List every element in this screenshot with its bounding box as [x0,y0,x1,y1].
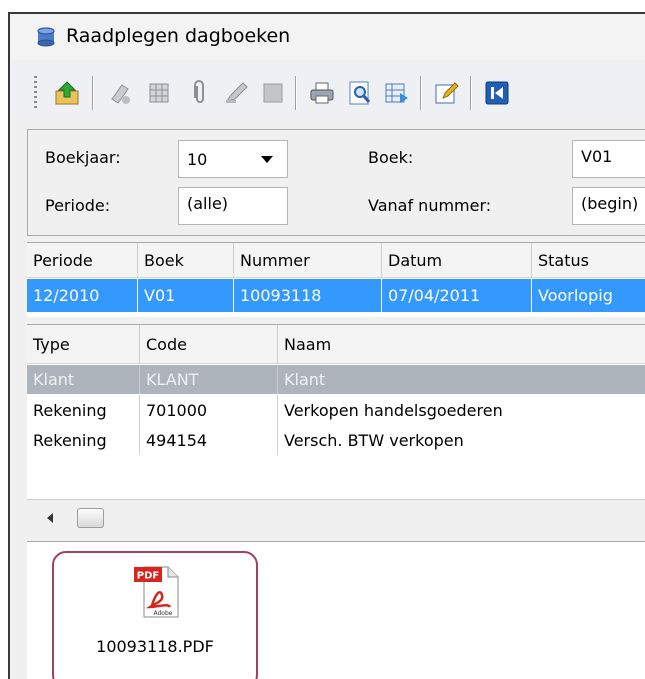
journal-table-header: Periode Boek Nummer Datum Status [27,243,645,278]
block-button[interactable] [258,78,288,108]
cell-type: Rekening [33,430,107,450]
adobe-text: Adobe [154,610,173,617]
chevron-down-icon[interactable] [261,155,273,163]
column-header-datum[interactable]: Datum [381,243,531,277]
column-header-status[interactable]: Status [531,243,645,277]
first-record-icon [485,81,509,105]
cell-naam: Verkopen handelsgoederen [277,395,645,425]
paperclip-icon [194,80,204,103]
attachment-filename: 10093118.PDF [96,637,214,656]
edit-form-icon [435,82,459,104]
print-icon [310,82,334,104]
periode-label: Periode: [45,196,111,215]
preview-button[interactable] [345,78,375,108]
cell-datum: 07/04/2011 [381,279,531,312]
boek-label: Boek: [368,148,414,167]
boek-field[interactable]: V01 [572,140,645,178]
edit-pen-icon [225,82,248,103]
attach-clip-icon [111,84,130,104]
vanaf-nummer-value: (begin) [581,194,639,213]
scroll-left-icon[interactable] [47,513,53,523]
first-record-button[interactable] [482,78,512,108]
column-header-type[interactable]: Type [27,325,139,363]
vanaf-nummer-field[interactable]: (begin) [572,187,645,225]
print-button[interactable] [307,78,337,108]
table-row[interactable]: Rekening 701000 Verkopen handelsgoederen [27,395,645,425]
journal-window: Raadplegen dagboeken Boekjaar: 10 Period… [8,12,645,679]
cell-type: Klant [33,370,75,389]
attachments-area: PDF Adobe 10093118.PDF [27,541,645,679]
cell-code: 701000 [139,395,277,425]
database-icon [37,27,55,47]
periode-value: (alle) [187,194,229,213]
column-header-code[interactable]: Code [139,325,277,363]
cell-status: Voorlopig [531,279,645,312]
cell-code: 494154 [139,425,277,455]
boekjaar-label: Boekjaar: [45,148,121,167]
filter-panel: Boekjaar: 10 Periode: (alle) Boek: V01 V… [27,129,645,236]
preview-icon [349,81,371,105]
window-title: Raadplegen dagboeken [66,25,291,47]
attach-clip-button[interactable] [105,78,135,108]
paperclip-button[interactable] [185,78,215,108]
column-header-periode[interactable]: Periode [27,243,137,277]
print-grid-icon [149,83,169,103]
print-grid-button[interactable] [145,78,175,108]
cell-naam: Klant [277,365,645,394]
table-row[interactable]: 12/2010 V01 10093118 07/04/2011 Voorlopi… [27,279,645,312]
export-up-button[interactable] [52,78,82,108]
cell-boek: V01 [137,279,233,312]
title-bar: Raadplegen dagboeken [10,14,645,60]
vanaf-nummer-label: Vanaf nummer: [368,196,492,215]
table-row[interactable]: Rekening 494154 Versch. BTW verkopen [27,425,645,455]
pdf-file-icon: PDF Adobe [134,566,179,618]
column-header-boek[interactable]: Boek [137,243,233,277]
pdf-badge-text: PDF [137,571,159,582]
toolbar-grip[interactable] [34,76,37,110]
attachment-item[interactable]: PDF Adobe 10093118.PDF [52,551,258,679]
export-grid-button[interactable] [382,78,412,108]
cell-periode: 12/2010 [33,286,100,305]
lines-table: Type Code Naam Klant KLANT Klant Rekenin… [27,324,645,499]
horizontal-scrollbar[interactable] [27,499,645,536]
edit-pen-button[interactable] [222,78,252,108]
export-up-icon [55,81,79,105]
boekjaar-combo[interactable]: 10 [178,140,288,178]
table-row[interactable]: Klant KLANT Klant [27,365,645,394]
boekjaar-value: 10 [187,149,208,169]
lines-table-header: Type Code Naam [27,325,645,364]
cell-nummer: 10093118 [233,279,381,312]
export-grid-icon [385,83,408,103]
periode-field[interactable]: (alle) [178,187,288,225]
scroll-thumb[interactable] [77,508,104,528]
column-header-nummer[interactable]: Nummer [233,243,381,277]
cell-code: KLANT [139,365,277,394]
boek-value: V01 [581,147,613,166]
column-header-naam[interactable]: Naam [277,325,645,363]
edit-form-button[interactable] [432,78,462,108]
cell-type: Rekening [33,400,107,420]
cell-naam: Versch. BTW verkopen [277,425,645,455]
journal-table: Periode Boek Nummer Datum Status 12/2010… [27,242,645,317]
block-icon [263,83,283,103]
toolbar [10,68,645,118]
